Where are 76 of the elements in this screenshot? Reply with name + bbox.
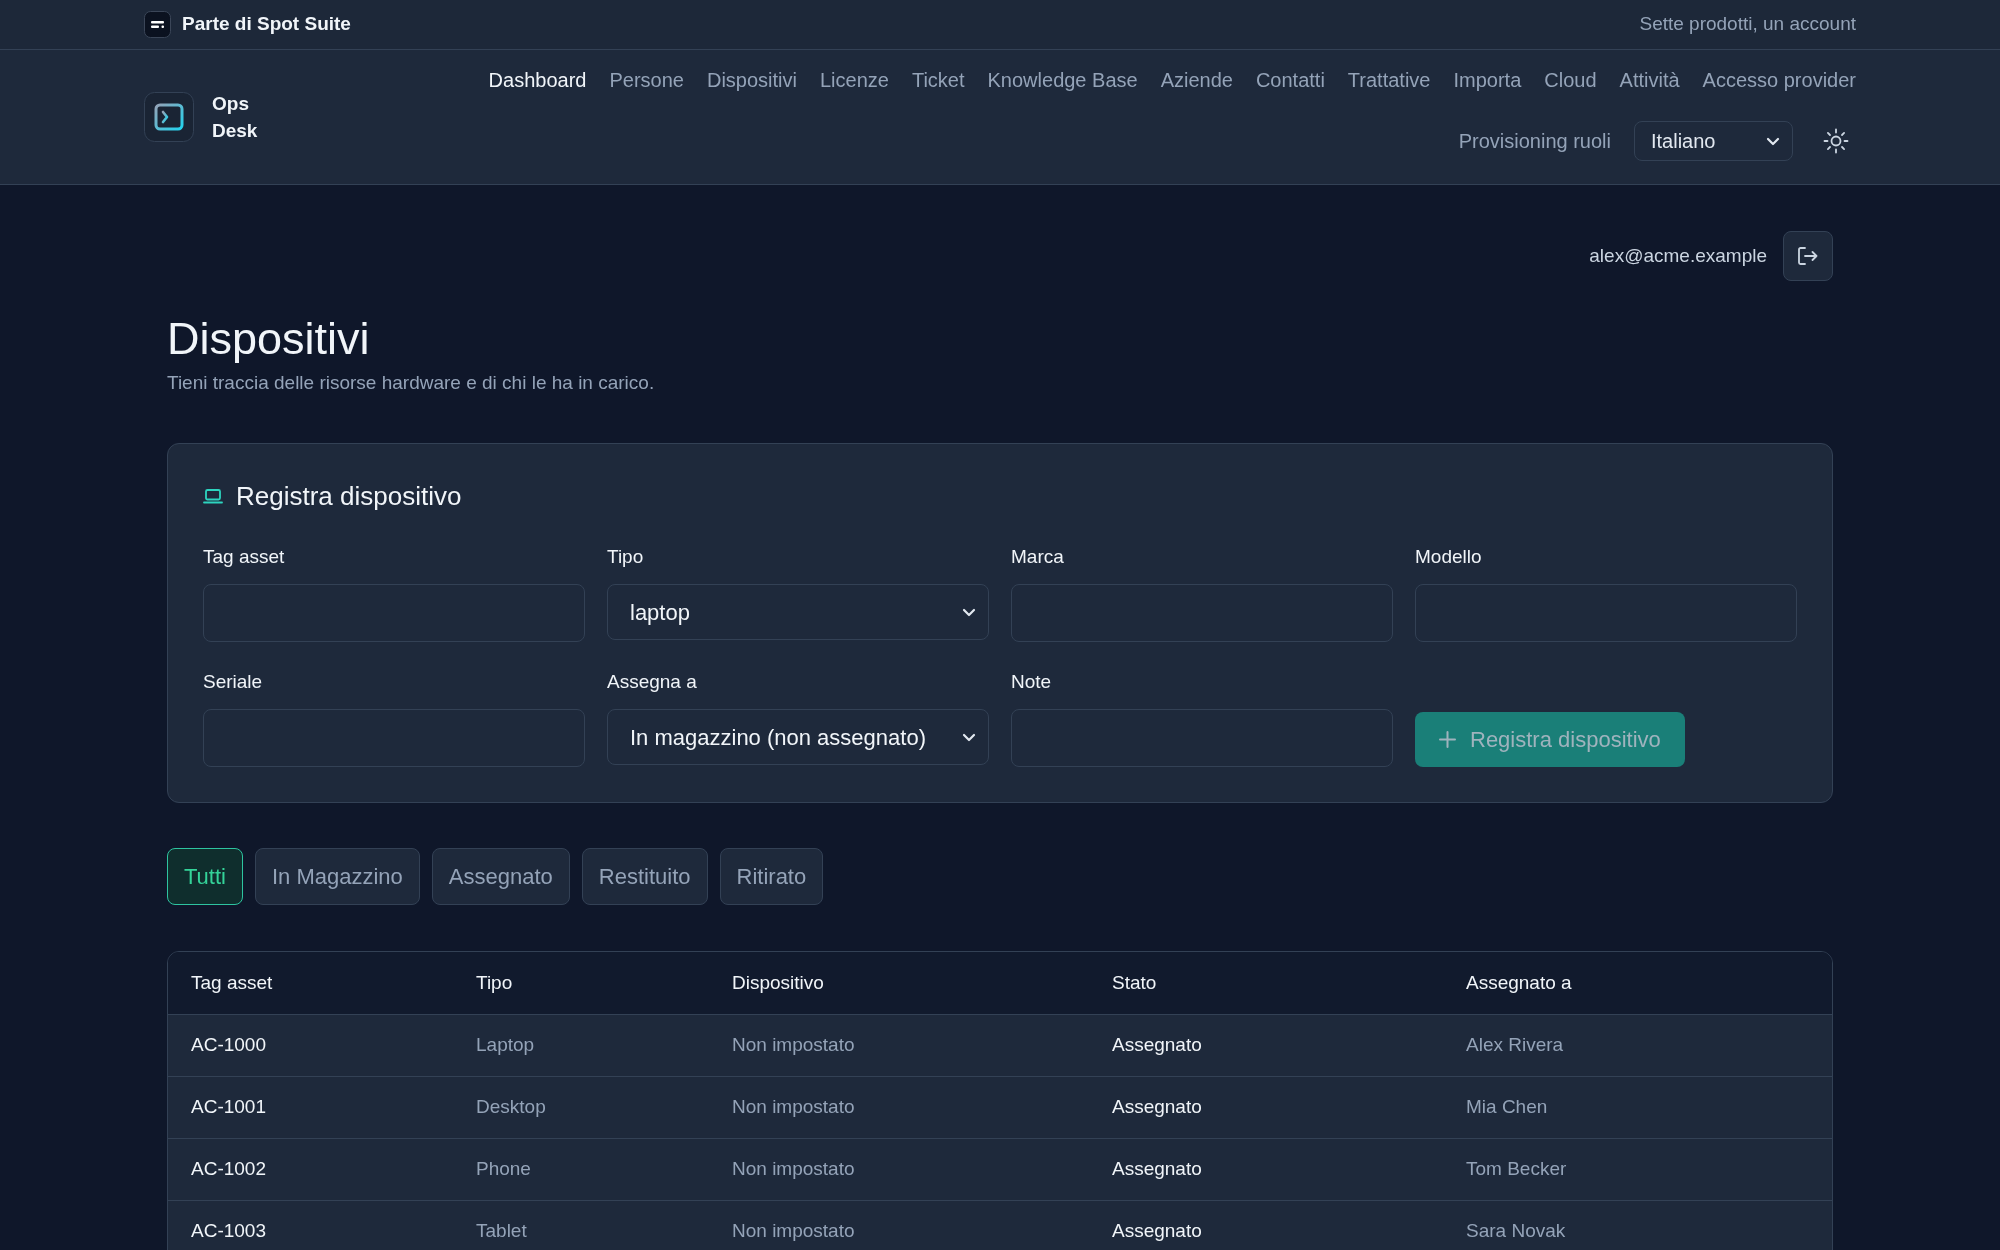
filter-tab[interactable]: Tutti [167,848,243,905]
laptop-icon [203,488,223,504]
table-cell-text: Sara Novak [1465,1219,1567,1244]
suite-logo-icon [144,11,171,38]
filter-tab[interactable]: Restituito [581,848,708,905]
text-field[interactable] [1011,709,1393,767]
table-cell-text: AC-1003 [190,1219,267,1244]
table-cell-text: Mia Chen [1465,1095,1549,1120]
chevron-down-icon [962,732,976,742]
field-label: Tipo [607,545,645,569]
card-title: Registra dispositivo [236,480,462,512]
field-label: Seriale [203,670,264,694]
table-cell-text: Phone [475,1157,532,1182]
chevron-down-icon [962,607,976,617]
table-cell-text: Assegnato [1111,1157,1203,1182]
table-cell-text: Tom Becker [1465,1157,1568,1182]
text-field[interactable] [203,584,585,642]
nav-link[interactable]: Persone [609,68,684,92]
field-label: Note [1011,670,1053,694]
filter-tab[interactable]: Ritirato [719,848,824,905]
table-cell-text: AC-1000 [190,1033,267,1058]
table-cell-text: Non impostato [731,1033,856,1058]
filter-tab[interactable]: In Magazzino [255,848,420,905]
table-cell-text: Non impostato [731,1157,856,1182]
text-field[interactable] [1415,584,1797,642]
nav-link[interactable]: Accesso provider [1702,68,1856,92]
nav-link[interactable]: Dashboard [488,68,587,92]
terminal-logo-icon [144,92,194,142]
logout-button[interactable] [1783,231,1833,281]
provisioning-link[interactable]: Provisioning ruoli [1458,126,1611,156]
page-subtitle: Tieni traccia delle risorse hardware e di chi le ha in carico. [167,371,656,395]
table-cell-text: Assegnato [1111,1095,1203,1120]
brand-name: Ops Desk [212,92,258,143]
page-title: Dispositivi [167,312,371,366]
nav-link[interactable]: Importa [1453,68,1522,92]
table-cell-text: Assegnato [1111,1033,1203,1058]
sun-icon[interactable] [1823,128,1849,154]
nav-link[interactable]: Contatti [1255,68,1325,92]
table-cell-text: Non impostato [731,1095,856,1120]
nav-link[interactable]: Ticket [911,68,965,92]
text-field[interactable] [203,709,585,767]
filter-tab[interactable]: Assegnato [431,848,570,905]
language-select[interactable]: Italiano [1634,121,1793,161]
table-cell-text: AC-1001 [190,1095,267,1120]
column-header: Assegnato a [1465,970,1573,995]
field-label: Tag asset [203,545,286,569]
table-cell-text: Alex Rivera [1465,1033,1565,1058]
user-email: alex@acme.example [1589,243,1767,268]
table-cell-text: Desktop [475,1095,547,1120]
table-cell-text: Laptop [475,1033,536,1058]
column-header: Tipo [475,970,514,995]
column-header: Stato [1111,970,1158,995]
table-cell-text: Non impostato [731,1219,856,1244]
nav-link[interactable]: Dispositivi [706,68,797,92]
field-label: Marca [1011,545,1065,569]
text-field[interactable] [1011,584,1393,642]
logout-icon [1798,247,1818,265]
table-cell-text: Assegnato [1111,1219,1203,1244]
nav-link[interactable]: Cloud [1544,68,1597,92]
select-field[interactable]: In magazzino (non assegnato) [607,709,989,765]
column-header: Dispositivo [731,970,825,995]
table-cell-text: AC-1002 [190,1157,267,1182]
column-header: Tag asset [190,970,274,995]
select-field[interactable]: laptop [607,584,989,640]
nav-link[interactable]: Knowledge Base [987,68,1138,92]
chevron-down-icon [1766,136,1780,146]
nav-link[interactable]: Aziende [1160,68,1233,92]
nav-link[interactable]: Licenze [820,68,889,92]
plus-icon [1439,731,1456,748]
field-label: Modello [1415,545,1483,569]
suite-title: Parte di Spot Suite [182,12,351,37]
nav-link[interactable]: Attività [1619,68,1680,92]
nav-link[interactable]: Trattative [1347,68,1431,92]
suite-tagline: Sette prodotti, un account [1639,12,1856,37]
field-label: Assegna a [607,670,698,694]
table-cell-text: Tablet [475,1219,528,1244]
